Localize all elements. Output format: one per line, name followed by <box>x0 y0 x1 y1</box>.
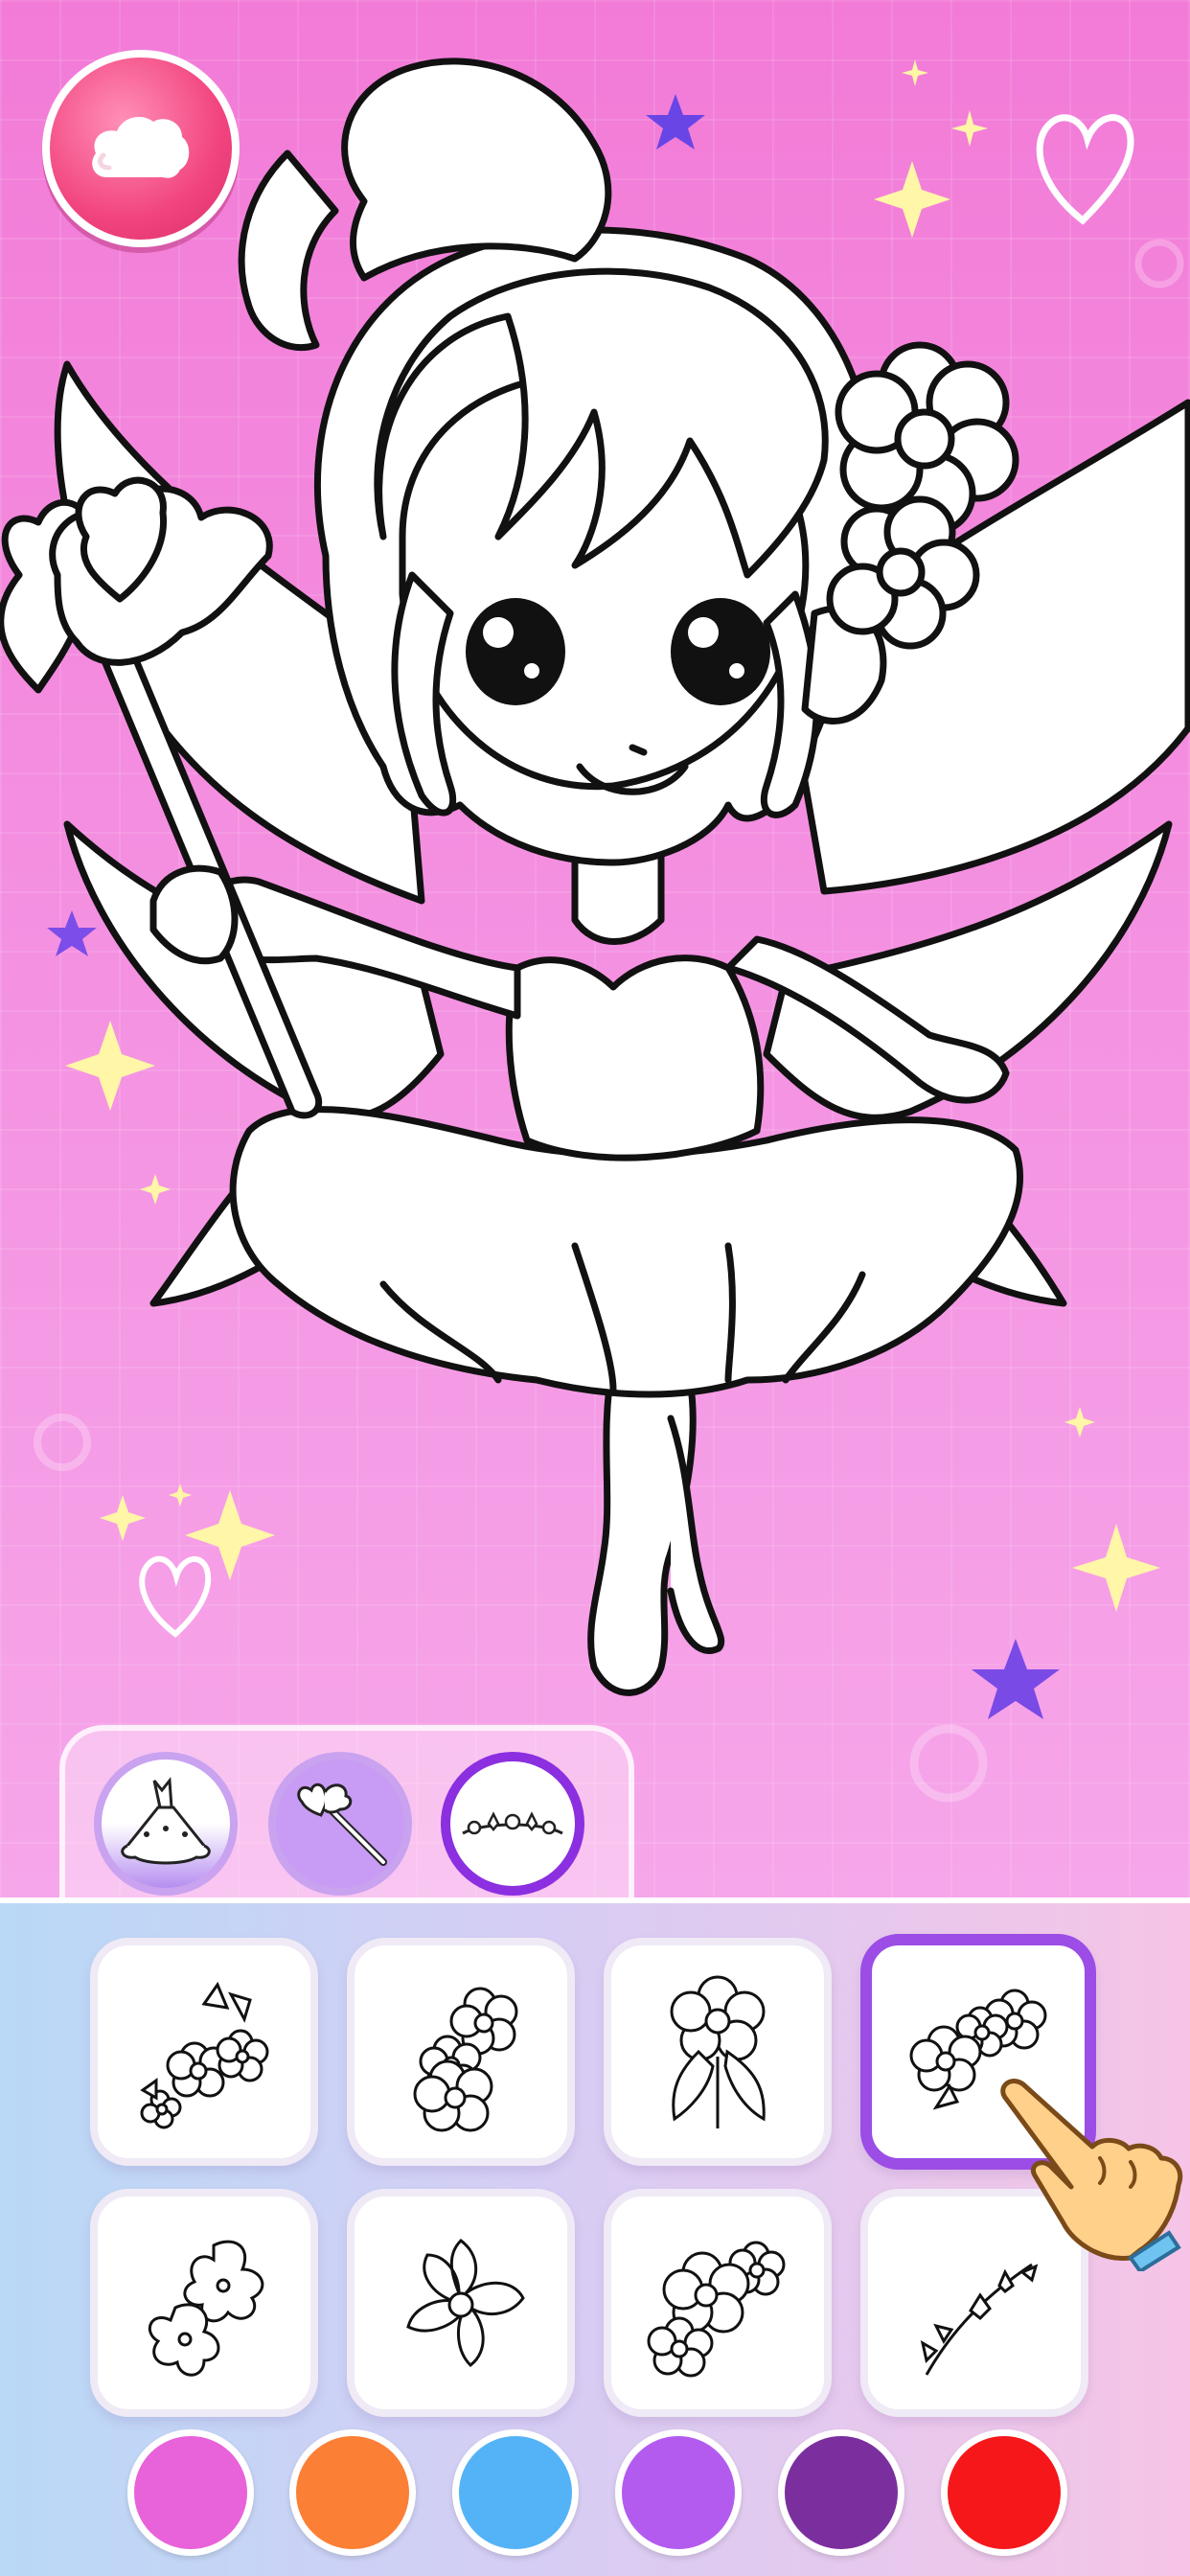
color-swatch-orange[interactable] <box>289 2429 416 2556</box>
back-button[interactable] <box>42 50 240 247</box>
fairy-outline-drawing[interactable] <box>0 0 1190 1898</box>
tutu-icon <box>121 1777 211 1865</box>
color-swatch-purple[interactable] <box>615 2429 742 2556</box>
color-swatch-blue[interactable] <box>452 2429 579 2556</box>
cloud-back-icon <box>92 117 190 178</box>
tool-tabs <box>59 1725 634 1898</box>
sticker-flower-with-leaves[interactable] <box>604 1938 832 2166</box>
flower-cluster-icon <box>140 1981 269 2129</box>
color-swatch-red[interactable] <box>941 2429 1067 2556</box>
tab-flower-crown[interactable] <box>441 1752 584 1896</box>
plumeria-icon <box>148 2240 264 2377</box>
sticker-round-flowers[interactable] <box>604 2189 832 2417</box>
flower-leaves-icon <box>670 1975 766 2128</box>
tab-magic-wand[interactable] <box>268 1752 412 1896</box>
pointing-hand-icon <box>1000 2078 1183 2271</box>
sticker-flower-cluster-1[interactable] <box>90 1938 318 2166</box>
round-flowers-icon <box>647 2241 786 2378</box>
color-swatch-plum[interactable] <box>778 2429 904 2556</box>
tab-tutu-dress[interactable] <box>94 1752 238 1896</box>
sticker-plumeria-flowers[interactable] <box>90 2189 318 2417</box>
flower-cluster-icon <box>413 1987 518 2132</box>
wand-icon <box>297 1782 387 1866</box>
sticker-flower-cluster-2[interactable] <box>347 1938 575 2166</box>
sticker-single-flower[interactable] <box>347 2189 575 2417</box>
single-flower-icon <box>406 2239 525 2367</box>
coloring-canvas[interactable] <box>0 0 1190 1898</box>
crown-icon <box>462 1811 563 1835</box>
color-swatch-pink[interactable] <box>127 2429 254 2556</box>
